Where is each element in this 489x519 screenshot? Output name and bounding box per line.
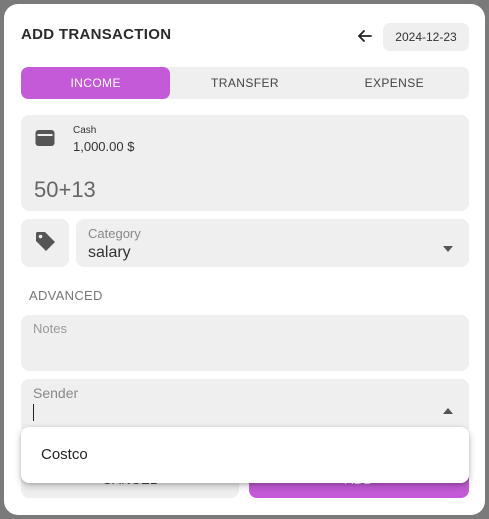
text-cursor — [33, 404, 34, 421]
sender-field[interactable]: Sender — [21, 379, 469, 429]
account-name: Cash — [73, 125, 97, 136]
date-chip[interactable]: 2024-12-23 — [383, 23, 469, 51]
amount-input[interactable]: 50+13 — [34, 177, 96, 203]
account-amount-box[interactable]: Cash 1,000.00 $ 50+13 — [21, 115, 469, 211]
advanced-section-heading: ADVANCED — [29, 288, 103, 303]
tag-icon — [34, 230, 56, 257]
tab-income[interactable]: INCOME — [21, 67, 171, 99]
suggestion-item[interactable]: Costco — [41, 446, 88, 463]
notes-field[interactable]: Notes — [21, 315, 469, 371]
wallet-icon — [35, 129, 55, 152]
notes-placeholder: Notes — [33, 321, 67, 336]
add-transaction-dialog: ADD TRANSACTION 2024-12-23 INCOME TRANSF… — [4, 4, 485, 515]
category-label: Category — [88, 226, 141, 241]
sender-label: Sender — [33, 385, 79, 401]
tab-expense[interactable]: EXPENSE — [320, 67, 469, 99]
chevron-down-icon — [443, 239, 453, 257]
tab-transfer[interactable]: TRANSFER — [170, 67, 319, 99]
dialog-header: ADD TRANSACTION 2024-12-23 — [4, 4, 485, 66]
transaction-type-tabs: INCOME TRANSFER EXPENSE — [21, 67, 469, 99]
dialog-title: ADD TRANSACTION — [21, 26, 172, 43]
category-select[interactable]: Category salary — [76, 219, 469, 267]
sender-suggestions-popup: Costco — [21, 427, 469, 483]
category-value: salary — [88, 244, 131, 261]
category-icon-button[interactable] — [21, 219, 69, 267]
back-arrow-icon[interactable] — [354, 25, 376, 47]
chevron-up-icon[interactable] — [443, 401, 453, 419]
account-balance: 1,000.00 $ — [73, 139, 135, 154]
